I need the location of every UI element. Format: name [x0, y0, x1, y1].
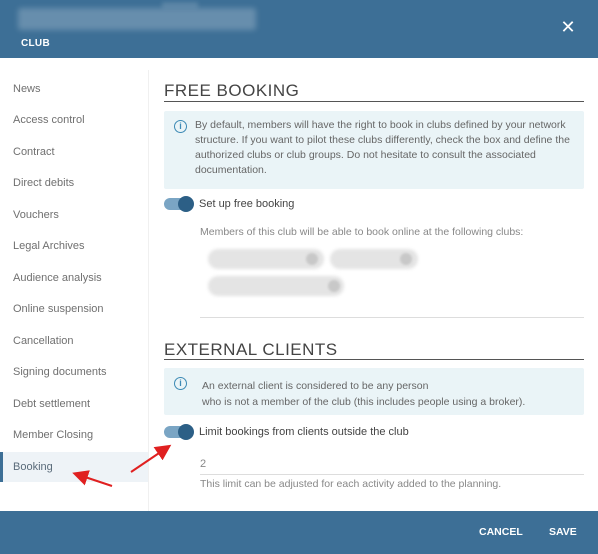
external-clients-info-box: i An external client is considered to be… — [164, 368, 584, 415]
sidebar-item-news[interactable]: News — [0, 75, 148, 103]
info-line: authorized clubs or club groups. Do not … — [195, 149, 536, 161]
info-line: who is not a member of the club (this in… — [202, 396, 526, 408]
sidebar-item-debt-settlement[interactable]: Debt settlement — [0, 390, 148, 418]
blurred-club-name — [18, 8, 256, 30]
modal-footer: CANCEL SAVE — [0, 511, 598, 554]
limit-input-underline — [200, 474, 584, 475]
sidebar-divider — [148, 70, 149, 511]
chip-remove-icon[interactable] — [328, 280, 340, 292]
save-button[interactable]: SAVE — [549, 526, 577, 538]
limit-value-input[interactable]: 2 — [200, 458, 206, 470]
cancel-button[interactable]: CANCEL — [479, 526, 523, 538]
modal-header: CLUB ✕ — [0, 0, 598, 58]
free-booking-toggle-label: Set up free booking — [199, 198, 295, 210]
clubs-field-underline — [200, 317, 584, 318]
info-icon: i — [174, 377, 187, 390]
sidebar-nav: News Access control Contract Direct debi… — [0, 70, 148, 511]
limit-bookings-toggle[interactable] — [164, 424, 194, 440]
clubs-intro-text: Members of this club will be able to boo… — [200, 226, 524, 238]
limit-hint-text: This limit can be adjusted for each acti… — [200, 478, 502, 490]
blurred-mark — [162, 2, 198, 8]
toggle-knob — [178, 424, 194, 440]
free-booking-rule — [164, 101, 584, 102]
limit-bookings-toggle-label: Limit bookings from clients outside the … — [199, 426, 409, 438]
info-icon: i — [174, 120, 187, 133]
info-line: An external client is considered to be a… — [202, 380, 429, 392]
sidebar-item-booking[interactable]: Booking — [0, 452, 148, 482]
info-line: structure. If you want to pilot these cl… — [195, 134, 570, 146]
chip-remove-icon[interactable] — [306, 253, 318, 265]
toggle-knob — [178, 196, 194, 212]
free-booking-info-box: i By default, members will have the righ… — [164, 111, 584, 189]
free-booking-info-text: By default, members will have the right … — [195, 118, 570, 178]
sidebar-item-contract[interactable]: Contract — [0, 138, 148, 166]
free-booking-title: FREE BOOKING — [164, 81, 300, 100]
sidebar-item-access-control[interactable]: Access control — [0, 106, 148, 134]
header-subtitle: CLUB — [21, 38, 50, 49]
chip-remove-icon[interactable] — [400, 253, 412, 265]
external-clients-info-text: An external client is considered to be a… — [202, 378, 525, 410]
external-clients-title: EXTERNAL CLIENTS — [164, 340, 338, 359]
free-booking-toggle[interactable] — [164, 196, 194, 212]
sidebar-item-direct-debits[interactable]: Direct debits — [0, 169, 148, 197]
sidebar-item-signing-documents[interactable]: Signing documents — [0, 358, 148, 386]
sidebar-item-cancellation[interactable]: Cancellation — [0, 327, 148, 355]
booking-settings-panel: FREE BOOKING i By default, members will … — [150, 58, 598, 511]
external-clients-rule — [164, 359, 584, 360]
sidebar-item-member-closing[interactable]: Member Closing — [0, 421, 148, 449]
sidebar-item-vouchers[interactable]: Vouchers — [0, 201, 148, 229]
sidebar-item-audience-analysis[interactable]: Audience analysis — [0, 264, 148, 292]
sidebar-item-legal-archives[interactable]: Legal Archives — [0, 232, 148, 260]
info-line: documentation. — [195, 164, 267, 176]
close-icon[interactable]: ✕ — [558, 17, 578, 37]
sidebar-item-online-suspension[interactable]: Online suspension — [0, 295, 148, 323]
info-line: By default, members will have the right … — [195, 119, 566, 131]
club-chip[interactable] — [208, 276, 344, 296]
